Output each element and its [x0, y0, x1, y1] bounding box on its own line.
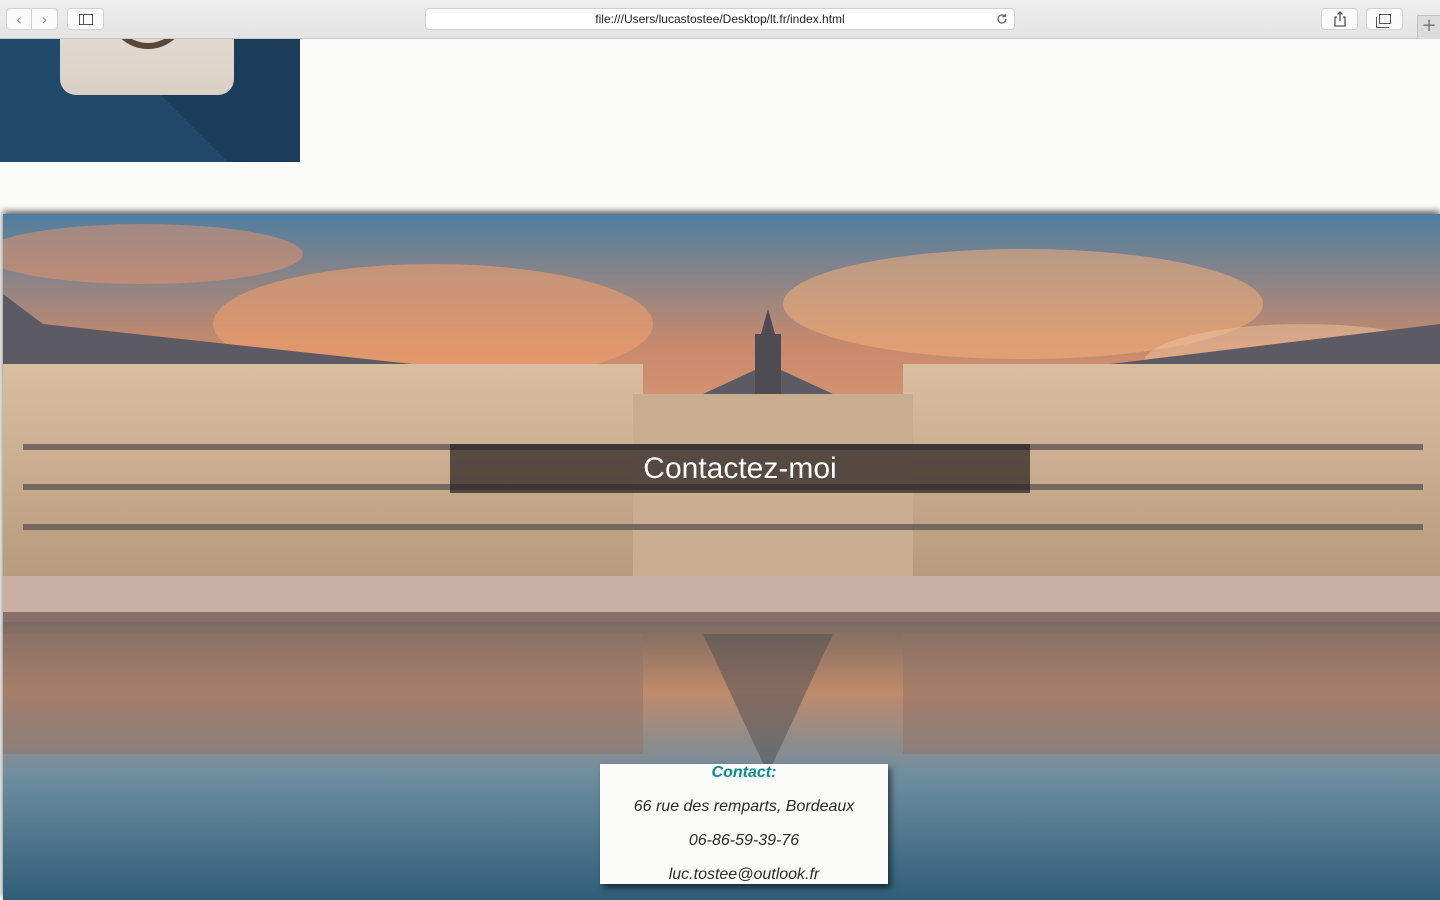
tabs-icon: [1375, 14, 1391, 28]
back-button[interactable]: ‹: [6, 8, 32, 30]
address-bar[interactable]: file:///Users/lucastostee/Desktop/lt.fr/…: [425, 8, 1015, 30]
new-tab-button[interactable]: +: [1417, 15, 1440, 39]
share-icon: [1333, 11, 1346, 27]
hero-title: Contactez-moi: [450, 444, 1030, 493]
address-text: file:///Users/lucastostee/Desktop/lt.fr/…: [595, 12, 845, 26]
contact-address: 66 rue des remparts, Bordeaux: [633, 798, 855, 815]
reload-icon[interactable]: [996, 13, 1008, 25]
contact-heading: Contact:: [711, 764, 777, 781]
site-logo[interactable]: [0, 39, 300, 162]
share-button[interactable]: [1321, 8, 1358, 30]
browser-toolbar: ‹ › file:///Users/lucastostee/Desktop/lt…: [0, 0, 1440, 39]
sidebar-toggle-button[interactable]: [67, 8, 104, 30]
contact-phone[interactable]: 06-86-59-39-76: [600, 832, 888, 850]
forward-button[interactable]: ›: [32, 8, 58, 30]
sidebar-icon: [78, 13, 93, 25]
show-tabs-button[interactable]: [1366, 8, 1403, 30]
contact-email[interactable]: luc.tostee@outlook.fr: [600, 866, 888, 884]
contact-card: Contact: 66 rue des remparts, Bordeaux 0…: [600, 764, 888, 884]
chevron-left-icon: ‹: [15, 9, 23, 29]
chevron-right-icon: ›: [41, 9, 48, 29]
hero-banner: Contactez-moi Contact: 66 rue des rempar…: [3, 214, 1440, 900]
